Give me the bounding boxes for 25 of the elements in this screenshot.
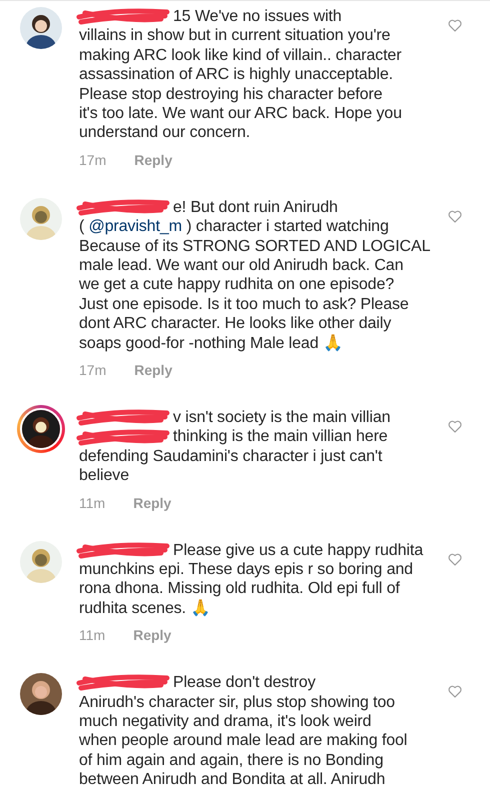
heart-icon[interactable] (448, 420, 462, 434)
comment-text: Please don't destroy (173, 673, 316, 693)
mention-link[interactable]: @pravisht_m (88, 218, 182, 236)
comment-text: 15 We've no issues with (173, 7, 342, 26)
comment-text: e! But dont ruin Anirudh (173, 198, 338, 218)
heart-icon[interactable] (448, 552, 462, 566)
heart-icon[interactable] (448, 210, 462, 223)
timestamp: 11m (79, 627, 106, 644)
reply-link[interactable]: Reply (133, 494, 172, 511)
reply-link[interactable]: Reply (134, 152, 172, 168)
comment-text: ( @pravisht_m ) character i started watching Because of its STRONG SORTED AND LOGICAL male lead. We want our old Anirudh back. Can we get a cute happy rudhita on one episode? Just one episode. Is it too much to ask? Please dont ARC character. He looks like other daily soaps good-for -nothing Male lead 🙏 (79, 217, 430, 354)
comment-text: villains in show but in current situation you're making ARC look like kind of villain.. character assassination of ARC is highly unacceptable. Please stop destroying his character before it's too late. We want our ARC back. Hope you understand our concern. (79, 26, 402, 143)
reply-link[interactable]: Reply (133, 627, 172, 644)
timestamp: 11m (79, 494, 106, 511)
timestamp: 17m (79, 362, 106, 378)
reply-link[interactable]: Reply (134, 362, 172, 378)
comment-text: Anirudh's character sir, plus stop showing too much negativity and drama, it's look weird when people around male lead are making fool of him again and again, there is no Bonding between Anirudh and Bondita at all. Anirudh (79, 692, 408, 790)
heart-icon[interactable] (448, 685, 462, 698)
comment-text: thinking is the main villian here (173, 427, 388, 447)
comment-text: Please give us a cute happy rudhita (173, 540, 424, 560)
comment-text: munchkins epi. These days epis r so boring and rona dhona. Missing old rudhita. Old epi full of rudhita scenes. 🙏 (79, 560, 413, 618)
comment-text: v isn't society is the main villian (173, 408, 390, 428)
timestamp: 17m (79, 152, 106, 168)
heart-icon[interactable] (448, 19, 462, 32)
comment-text: defending Saudamini's character i just can't believe (79, 446, 382, 486)
